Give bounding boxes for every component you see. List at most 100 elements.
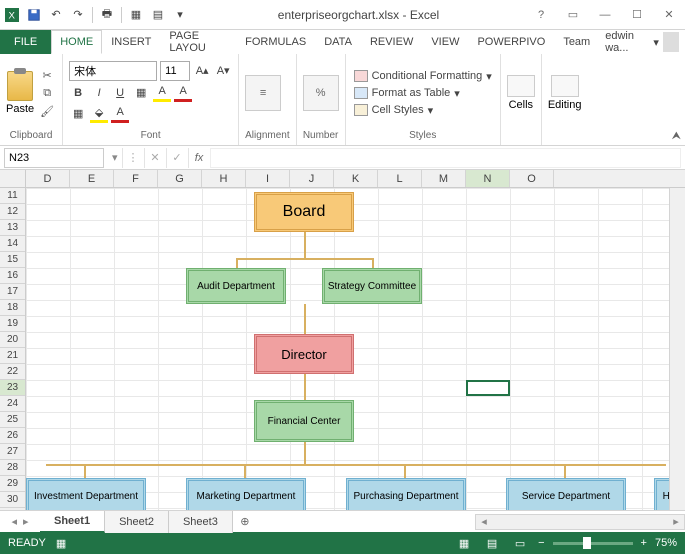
tab-view[interactable]: VIEW bbox=[422, 30, 468, 54]
alignment-icon[interactable]: ≡ bbox=[245, 75, 281, 111]
italic-button[interactable]: I bbox=[90, 84, 108, 102]
collapse-ribbon-icon[interactable]: ⮝ bbox=[672, 130, 681, 143]
formula-input[interactable] bbox=[210, 148, 681, 168]
qat-dropdown-icon[interactable]: ▾ bbox=[172, 7, 188, 23]
col-header[interactable]: H bbox=[202, 170, 246, 187]
row-header[interactable]: 24 bbox=[0, 396, 25, 412]
qat-icon-1[interactable]: ▦ bbox=[128, 7, 144, 23]
decrease-font-icon[interactable]: A▾ bbox=[214, 62, 232, 80]
minimize-icon[interactable]: — bbox=[589, 2, 621, 28]
fill-color-button[interactable]: A bbox=[153, 84, 171, 102]
org-node-strategy[interactable]: Strategy Committee bbox=[322, 268, 422, 304]
font-size-select[interactable]: 11 bbox=[160, 61, 190, 81]
prev-sheet-icon[interactable]: ◂ bbox=[11, 515, 17, 528]
org-node-service[interactable]: Service Department bbox=[506, 478, 626, 510]
row-header[interactable]: 22 bbox=[0, 364, 25, 380]
zoom-out-icon[interactable]: − bbox=[538, 537, 544, 549]
cancel-formula-icon[interactable]: ✕ bbox=[144, 148, 166, 168]
org-node-purchasing[interactable]: Purchasing Department bbox=[346, 478, 466, 510]
font-name-select[interactable]: 宋体 bbox=[69, 61, 157, 81]
zoom-level[interactable]: 75% bbox=[655, 537, 677, 549]
font-color-2-button[interactable]: A bbox=[111, 105, 129, 123]
increase-font-icon[interactable]: A▴ bbox=[193, 62, 211, 80]
add-sheet-button[interactable]: ⊕ bbox=[233, 515, 257, 528]
tab-review[interactable]: REVIEW bbox=[361, 30, 422, 54]
horizontal-scrollbar[interactable]: ◂ ▸ bbox=[475, 514, 685, 530]
row-header[interactable]: 17 bbox=[0, 284, 25, 300]
tab-home[interactable]: HOME bbox=[51, 30, 102, 54]
org-node-financial[interactable]: Financial Center bbox=[254, 400, 354, 442]
excel-icon[interactable]: X bbox=[4, 7, 20, 23]
save-icon[interactable] bbox=[26, 7, 42, 23]
fill-color-2-button[interactable]: ⬙ bbox=[90, 105, 108, 123]
row-header[interactable]: 12 bbox=[0, 204, 25, 220]
format-as-table-button[interactable]: Format as Table▾ bbox=[352, 86, 494, 101]
tab-file[interactable]: FILE bbox=[0, 30, 51, 54]
col-header[interactable]: O bbox=[510, 170, 554, 187]
row-header[interactable]: 26 bbox=[0, 428, 25, 444]
col-header[interactable]: F bbox=[114, 170, 158, 187]
border-button[interactable]: ▦ bbox=[132, 84, 150, 102]
col-header[interactable]: N bbox=[466, 170, 510, 187]
row-header[interactable]: 11 bbox=[0, 188, 25, 204]
paste-button[interactable]: Paste bbox=[6, 71, 34, 115]
col-header[interactable]: D bbox=[26, 170, 70, 187]
row-header[interactable]: 30 bbox=[0, 492, 25, 508]
org-node-director[interactable]: Director bbox=[254, 334, 354, 374]
number-icon[interactable]: % bbox=[303, 75, 339, 111]
cells-button[interactable]: Cells bbox=[507, 75, 535, 111]
org-node-audit[interactable]: Audit Department bbox=[186, 268, 286, 304]
help-icon[interactable]: ? bbox=[525, 2, 557, 28]
font-color-button[interactable]: A bbox=[174, 84, 192, 102]
account-area[interactable]: edwin wa... ▾ bbox=[599, 30, 685, 54]
col-header[interactable]: J bbox=[290, 170, 334, 187]
format-painter-icon[interactable]: 🖌 bbox=[38, 103, 56, 119]
org-node-board[interactable]: Board bbox=[254, 192, 354, 232]
editing-button[interactable]: Editing bbox=[548, 75, 582, 111]
macro-record-icon[interactable]: ▦ bbox=[56, 537, 66, 550]
scroll-right-icon[interactable]: ▸ bbox=[668, 515, 684, 529]
page-break-view-icon[interactable]: ▭ bbox=[510, 535, 530, 551]
next-sheet-icon[interactable]: ▸ bbox=[23, 515, 29, 528]
row-header[interactable]: 23 bbox=[0, 380, 25, 396]
enter-formula-icon[interactable]: ✓ bbox=[166, 148, 188, 168]
row-header[interactable]: 18 bbox=[0, 300, 25, 316]
name-box-dropdown-icon[interactable]: ▾ bbox=[108, 151, 122, 164]
selected-cell[interactable] bbox=[466, 380, 510, 396]
underline-button[interactable]: U bbox=[111, 84, 129, 102]
print-icon[interactable]: 🖶 bbox=[99, 7, 115, 23]
org-node-investment[interactable]: Investment Department bbox=[26, 478, 146, 510]
col-header[interactable]: L bbox=[378, 170, 422, 187]
page-layout-view-icon[interactable]: ▤ bbox=[482, 535, 502, 551]
row-header[interactable]: 15 bbox=[0, 252, 25, 268]
row-header[interactable]: 31 bbox=[0, 508, 25, 510]
select-all-button[interactable] bbox=[0, 170, 26, 187]
copy-icon[interactable]: ⧉ bbox=[38, 85, 56, 101]
col-header[interactable]: G bbox=[158, 170, 202, 187]
scroll-left-icon[interactable]: ◂ bbox=[476, 515, 492, 529]
row-header[interactable]: 25 bbox=[0, 412, 25, 428]
sheet-nav[interactable]: ◂▸ bbox=[0, 515, 40, 528]
tab-team[interactable]: Team bbox=[554, 30, 599, 54]
row-header[interactable]: 28 bbox=[0, 460, 25, 476]
col-header[interactable]: M bbox=[422, 170, 466, 187]
vertical-scrollbar[interactable] bbox=[669, 188, 685, 510]
sheet-tab-3[interactable]: Sheet3 bbox=[169, 511, 233, 533]
bold-button[interactable]: B bbox=[69, 84, 87, 102]
tab-powerpivot[interactable]: POWERPIVO bbox=[468, 30, 554, 54]
row-header[interactable]: 14 bbox=[0, 236, 25, 252]
undo-icon[interactable]: ↶ bbox=[48, 7, 64, 23]
col-header[interactable]: K bbox=[334, 170, 378, 187]
sheet-tab-2[interactable]: Sheet2 bbox=[105, 511, 169, 533]
row-header[interactable]: 27 bbox=[0, 444, 25, 460]
qat-icon-2[interactable]: ▤ bbox=[150, 7, 166, 23]
sheet-tab-1[interactable]: Sheet1 bbox=[40, 511, 105, 533]
redo-icon[interactable]: ↷ bbox=[70, 7, 86, 23]
maximize-icon[interactable]: ☐ bbox=[621, 2, 653, 28]
row-header[interactable]: 16 bbox=[0, 268, 25, 284]
row-header[interactable]: 29 bbox=[0, 476, 25, 492]
zoom-slider[interactable] bbox=[553, 542, 633, 545]
tab-data[interactable]: DATA bbox=[315, 30, 361, 54]
col-header[interactable]: E bbox=[70, 170, 114, 187]
tab-insert[interactable]: INSERT bbox=[102, 30, 160, 54]
